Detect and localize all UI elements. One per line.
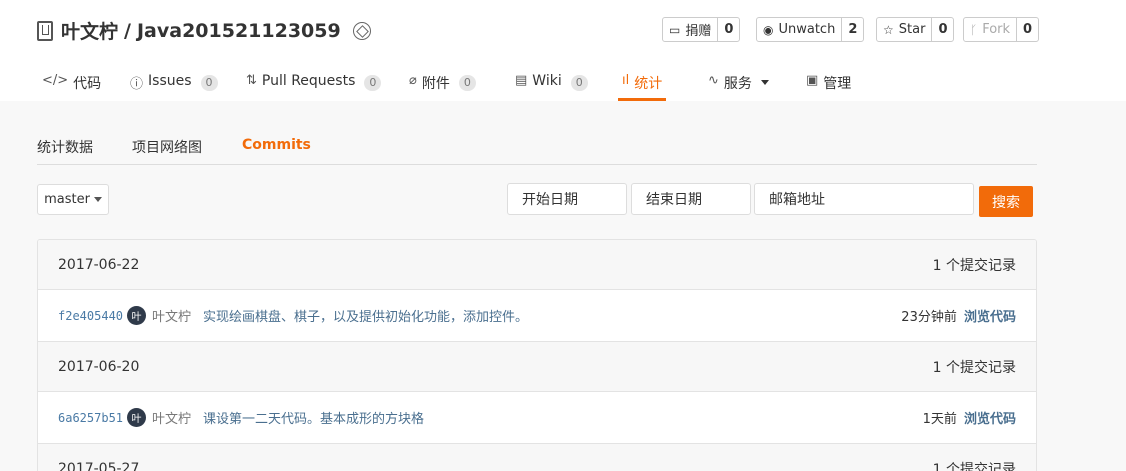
commit-day-header: 2017-06-22 1 个提交记录 xyxy=(38,240,1036,290)
watch-count[interactable]: 2 xyxy=(842,18,863,41)
chart-icon: ıl xyxy=(622,73,630,88)
fork-button[interactable]: ᚴ Fork xyxy=(964,18,1018,41)
tab-issues-count: 0 xyxy=(200,75,218,91)
commit-day-count: 1 个提交记录 xyxy=(932,359,1016,376)
star-icon: ☆ xyxy=(883,22,894,37)
commit-author-link[interactable]: 叶文柠 xyxy=(152,408,191,427)
fork-label: Fork xyxy=(982,22,1011,37)
issues-icon: ⓘ xyxy=(130,77,144,92)
commit-day-date: 2017-05-27 xyxy=(58,460,140,471)
attachment-icon: ⌀ xyxy=(409,73,417,88)
commit-day-header: 2017-06-20 1 个提交记录 xyxy=(38,342,1036,392)
chevron-down-icon xyxy=(760,80,769,85)
fork-action: ᚴ Fork 0 xyxy=(963,17,1040,42)
chevron-down-icon xyxy=(93,197,102,202)
email-input[interactable]: 邮箱地址 xyxy=(754,183,974,215)
star-count[interactable]: 0 xyxy=(932,18,953,41)
repo-title-separator: / xyxy=(124,19,131,42)
tab-issues-label: Issues xyxy=(148,73,192,89)
commit-time: 1天前 xyxy=(922,412,957,427)
commit-sha-link[interactable]: 6a6257b51 xyxy=(58,411,123,425)
watch-action: ◉ Unwatch 2 xyxy=(756,17,865,42)
tab-wiki-count: 0 xyxy=(570,75,588,91)
unwatch-label: Unwatch xyxy=(778,22,836,37)
tab-manage[interactable]: ▣ 管理 xyxy=(806,64,851,101)
repo-header: 叶文柠 / Java201521123059 ▭ 捐赠 0 ◉ Unwatch 2 … xyxy=(0,0,1126,101)
commit-time: 23分钟前 xyxy=(901,310,957,325)
subnav-network[interactable]: 项目网络图 xyxy=(132,137,202,157)
code-icon: </> xyxy=(42,73,69,88)
tab-pull-requests-label: Pull Requests xyxy=(261,73,356,89)
tab-code-label: 代码 xyxy=(73,76,102,92)
tab-attachments-count: 0 xyxy=(458,75,476,91)
tab-services[interactable]: ∿ 服务 xyxy=(708,64,769,101)
tab-services-label: 服务 xyxy=(723,76,752,92)
repo-tabs: </> 代码 ⓘ Issues 0 ⇅ Pull Requests 0 ⌀ 附件… xyxy=(0,64,1126,101)
commit-day-date: 2017-06-22 xyxy=(58,256,140,273)
search-button[interactable]: 搜索 xyxy=(979,186,1033,217)
manage-icon: ▣ xyxy=(806,73,819,88)
tab-pull-requests[interactable]: ⇅ Pull Requests 0 xyxy=(246,64,382,101)
tab-code[interactable]: </> 代码 xyxy=(42,64,101,101)
tab-attachments-label: 附件 xyxy=(421,76,450,92)
commit-day-count: 1 个提交记录 xyxy=(932,257,1016,274)
recommend-badge-icon[interactable] xyxy=(352,21,371,40)
donate-action: ▭ 捐赠 0 xyxy=(662,17,741,42)
donate-label: 捐赠 xyxy=(685,24,712,39)
tab-stats[interactable]: ıl 统计 xyxy=(618,64,667,101)
email-placeholder: 邮箱地址 xyxy=(769,192,825,208)
pull-request-icon: ⇅ xyxy=(246,73,257,88)
fork-icon: ᚴ xyxy=(970,22,978,37)
repo-book-icon xyxy=(37,20,53,41)
stats-subnav: 统计数据 项目网络图 Commits xyxy=(37,131,1037,165)
unwatch-button[interactable]: ◉ Unwatch xyxy=(757,18,843,41)
commit-sha-link[interactable]: f2e405440 xyxy=(58,309,123,323)
commit-row: 6a6257b51 叶 叶文柠 课设第一二天代码。基本成形的方块格 1天前 浏览… xyxy=(38,392,1036,444)
subnav-commits[interactable]: Commits xyxy=(242,137,311,153)
start-date-input[interactable]: 开始日期 xyxy=(507,183,627,215)
commit-list: 2017-06-22 1 个提交记录 f2e405440 叶 叶文柠 实现绘画棋… xyxy=(37,239,1037,471)
browse-code-link[interactable]: 浏览代码 xyxy=(964,310,1016,325)
commit-day-count: 1 个提交记录 xyxy=(932,461,1016,471)
commit-message-link[interactable]: 实现绘画棋盘、棋子，以及提供初始化功能，添加控件。 xyxy=(203,306,528,325)
tab-pull-requests-count: 0 xyxy=(364,75,382,91)
browse-code-link[interactable]: 浏览代码 xyxy=(964,412,1016,427)
tab-attachments[interactable]: ⌀ 附件 0 xyxy=(409,64,476,101)
subnav-stats[interactable]: 统计数据 xyxy=(37,137,93,157)
commit-message-link[interactable]: 课设第一二天代码。基本成形的方块格 xyxy=(203,408,424,427)
fork-count[interactable]: 0 xyxy=(1017,18,1038,41)
wiki-icon: ▤ xyxy=(515,73,528,88)
commit-day-header: 2017-05-27 1 个提交记录 xyxy=(38,444,1036,471)
donate-button[interactable]: ▭ 捐赠 xyxy=(663,18,719,41)
repo-title: 叶文柠 / Java201521123059 xyxy=(37,17,371,44)
star-action: ☆ Star 0 xyxy=(876,17,955,42)
stats-panel: 统计数据 项目网络图 Commits master 开始日期 结束日期 邮箱地址… xyxy=(0,101,1126,471)
repo-owner-link[interactable]: 叶文柠 xyxy=(61,17,118,44)
commit-author-link[interactable]: 叶文柠 xyxy=(152,306,191,325)
donate-count[interactable]: 0 xyxy=(718,18,739,41)
avatar[interactable]: 叶 xyxy=(127,408,147,427)
tab-stats-label: 统计 xyxy=(634,76,663,92)
donate-icon: ▭ xyxy=(669,22,681,37)
branch-select-value: master xyxy=(44,192,90,207)
tab-wiki[interactable]: ▤ Wiki 0 xyxy=(515,64,588,101)
eye-icon: ◉ xyxy=(763,22,774,37)
tab-manage-label: 管理 xyxy=(823,76,852,92)
repo-name-link[interactable]: Java201521123059 xyxy=(137,20,341,42)
avatar[interactable]: 叶 xyxy=(127,306,147,325)
branch-select[interactable]: master xyxy=(37,184,109,215)
commit-row: f2e405440 叶 叶文柠 实现绘画棋盘、棋子，以及提供初始化功能，添加控件… xyxy=(38,290,1036,342)
star-label: Star xyxy=(898,22,926,37)
start-date-placeholder: 开始日期 xyxy=(522,192,578,208)
tab-wiki-label: Wiki xyxy=(532,73,562,89)
end-date-placeholder: 结束日期 xyxy=(646,192,702,208)
pulse-icon: ∿ xyxy=(708,73,719,88)
end-date-input[interactable]: 结束日期 xyxy=(631,183,751,215)
star-button[interactable]: ☆ Star xyxy=(877,18,933,41)
commit-day-date: 2017-06-20 xyxy=(58,358,140,375)
tab-issues[interactable]: ⓘ Issues 0 xyxy=(130,64,218,101)
